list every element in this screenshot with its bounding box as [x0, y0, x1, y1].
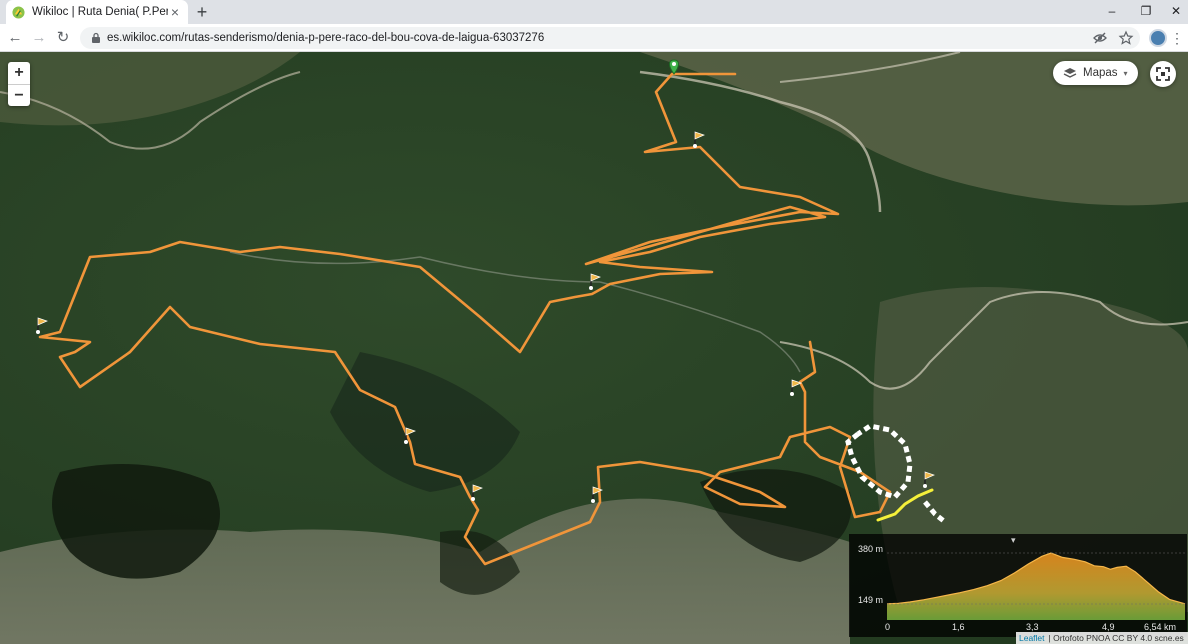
url-text: es.wikiloc.com/rutas-senderismo/denia-p-…: [107, 32, 545, 44]
map-view[interactable]: + − Mapas ▾ ▾ 380 m 149 m 0 1,6 3,3 4,9: [0, 52, 1188, 644]
browser-toolbar: ← → ↻ es.wikiloc.com/rutas-senderismo/de…: [0, 24, 1188, 52]
elevation-x-label: 0: [885, 622, 891, 632]
eye-off-icon[interactable]: [1092, 30, 1108, 46]
new-tab-button[interactable]: +: [192, 2, 212, 22]
tab-title: Wikiloc | Ruta Denia( P.Pere raco: [32, 6, 168, 18]
elevation-x-label: 4,9: [1102, 622, 1115, 632]
tab-strip: Wikiloc | Ruta Denia( P.Pere raco × + – …: [0, 0, 1188, 24]
elevation-chart: [886, 552, 1186, 620]
layers-label: Mapas: [1083, 67, 1118, 79]
lock-icon: [92, 32, 100, 43]
forward-button[interactable]: →: [29, 28, 49, 48]
tab-close-icon[interactable]: ×: [168, 5, 182, 19]
leaflet-link[interactable]: Leaflet: [1019, 633, 1045, 643]
elevation-x-label: 1,6: [952, 622, 965, 632]
browser-tab[interactable]: Wikiloc | Ruta Denia( P.Pere raco ×: [6, 0, 188, 24]
elevation-x-label: 6,54 km: [1144, 622, 1177, 632]
address-bar[interactable]: es.wikiloc.com/rutas-senderismo/denia-p-…: [80, 27, 1140, 49]
map-layers-selector[interactable]: Mapas ▾: [1053, 61, 1138, 85]
wikiloc-favicon-icon: [12, 5, 25, 19]
layers-icon: [1063, 68, 1077, 78]
chevron-down-icon: ▾: [1123, 68, 1128, 78]
attribution-text: | Ortofoto PNOA CC BY 4.0 scne.es: [1048, 633, 1184, 643]
profile-avatar[interactable]: [1149, 29, 1167, 47]
back-button[interactable]: ←: [5, 28, 25, 48]
minimize-button[interactable]: –: [1094, 0, 1130, 24]
fullscreen-icon: [1156, 67, 1170, 81]
close-window-button[interactable]: ✕: [1158, 0, 1188, 24]
elevation-area: [887, 553, 1185, 620]
browser-menu-icon[interactable]: ⋮: [1170, 28, 1184, 48]
zoom-in-button[interactable]: +: [8, 62, 30, 84]
elevation-x-label: 3,3: [1026, 622, 1039, 632]
elevation-profile[interactable]: ▾ 380 m 149 m 0 1,6 3,3 4,9 6,54 km: [849, 534, 1187, 637]
reload-button[interactable]: ↻: [53, 28, 73, 48]
zoom-control: + −: [8, 62, 30, 106]
map-attribution: Leaflet | Ortofoto PNOA CC BY 4.0 scne.es: [1016, 632, 1188, 644]
fullscreen-button[interactable]: [1150, 61, 1176, 87]
star-icon[interactable]: [1118, 30, 1134, 46]
zoom-out-button[interactable]: −: [8, 84, 30, 106]
